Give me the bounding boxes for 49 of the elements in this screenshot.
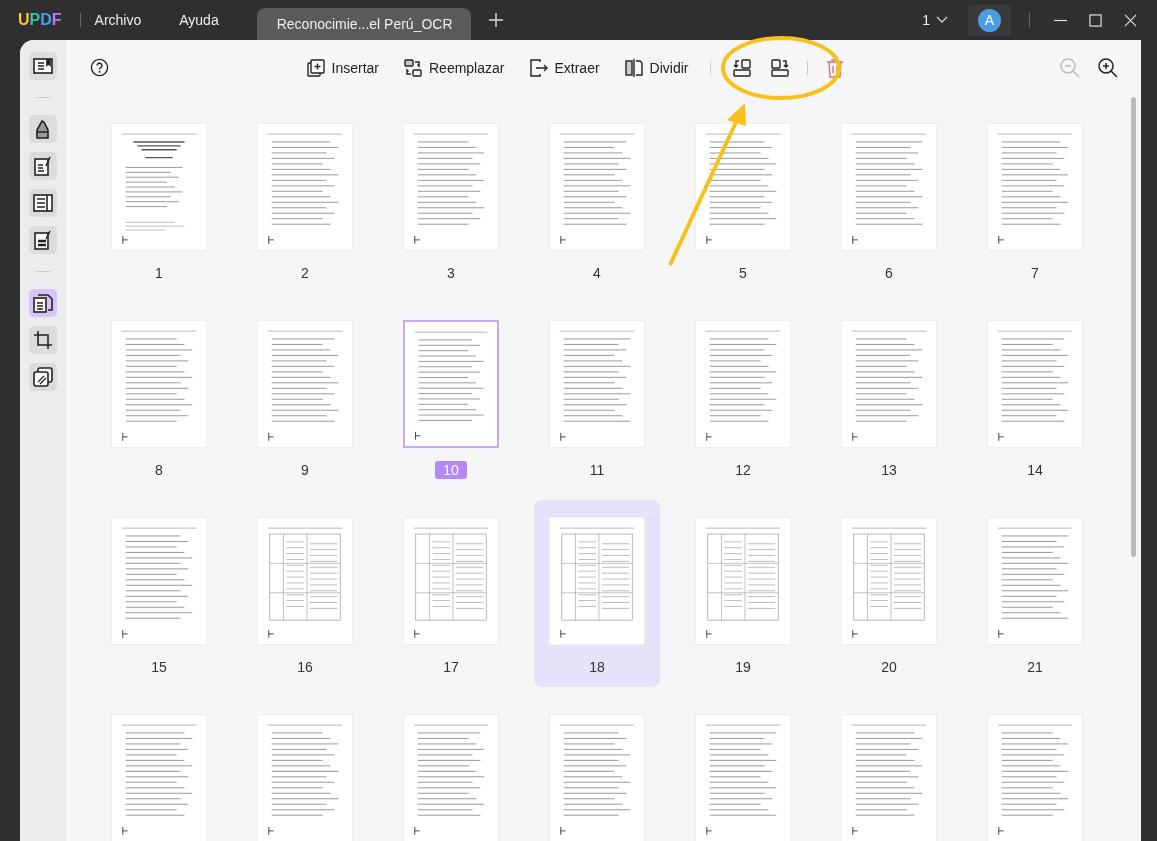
swap-pages-icon bbox=[403, 57, 423, 78]
page-number: 6 bbox=[884, 264, 894, 282]
hovered-page-card[interactable]: 18 bbox=[534, 500, 660, 687]
page-number: 11 bbox=[588, 461, 606, 479]
page-number: 5 bbox=[738, 264, 748, 282]
page-arrow-out-icon bbox=[528, 57, 549, 78]
extract-button[interactable]: Extraer bbox=[528, 57, 600, 78]
crop-icon[interactable] bbox=[29, 326, 57, 354]
help-icon[interactable] bbox=[90, 58, 109, 77]
page-number: 17 bbox=[442, 658, 460, 676]
page-number: 12 bbox=[734, 461, 752, 479]
page-number: 1 bbox=[154, 264, 164, 282]
scrollbar-thumb[interactable] bbox=[1131, 97, 1136, 557]
highlighter-icon[interactable] bbox=[29, 115, 57, 143]
pages-icon[interactable] bbox=[29, 289, 57, 317]
sign-page-icon[interactable] bbox=[29, 226, 57, 254]
split-button[interactable]: Dividir bbox=[623, 57, 689, 78]
page-thumbnail[interactable] bbox=[403, 320, 499, 448]
page-number: 15 bbox=[150, 658, 168, 676]
maximize-icon[interactable] bbox=[1089, 13, 1102, 27]
page-number: 20 bbox=[880, 658, 898, 676]
page-number: 2 bbox=[300, 264, 310, 282]
page-number: 8 bbox=[154, 461, 164, 479]
pen-page-icon[interactable] bbox=[29, 152, 57, 180]
window-number-dropdown[interactable]: 1 bbox=[922, 12, 930, 28]
layers-icon[interactable] bbox=[29, 363, 57, 391]
page-number: 18 bbox=[588, 658, 606, 676]
document-tab[interactable]: Reconocimie...el Perú_OCR bbox=[256, 8, 471, 40]
page-number: 21 bbox=[1026, 658, 1044, 676]
list-page-icon[interactable] bbox=[29, 189, 57, 217]
page-number: 9 bbox=[300, 461, 310, 479]
page-number: 10 bbox=[435, 461, 467, 479]
split-page-icon bbox=[623, 57, 644, 78]
page-number: 16 bbox=[296, 658, 314, 676]
menu-item[interactable]: Ayuda bbox=[179, 12, 219, 28]
replace-button[interactable]: Reemplazar bbox=[403, 57, 505, 78]
page-number: 7 bbox=[1030, 264, 1040, 282]
insert-button[interactable]: Insertar bbox=[305, 57, 379, 78]
page-number: 3 bbox=[446, 264, 456, 282]
menu-item[interactable]: Archivo bbox=[94, 12, 142, 28]
new-tab-icon[interactable] bbox=[488, 13, 503, 27]
page-plus-icon bbox=[305, 57, 326, 78]
page-number: 13 bbox=[880, 461, 898, 479]
page-number: 4 bbox=[592, 264, 602, 282]
page-number: 14 bbox=[1026, 461, 1044, 479]
chevron-down-icon[interactable] bbox=[936, 16, 948, 24]
close-icon[interactable] bbox=[1124, 13, 1137, 27]
page-number: 19 bbox=[734, 658, 752, 676]
book-icon[interactable] bbox=[29, 52, 57, 80]
